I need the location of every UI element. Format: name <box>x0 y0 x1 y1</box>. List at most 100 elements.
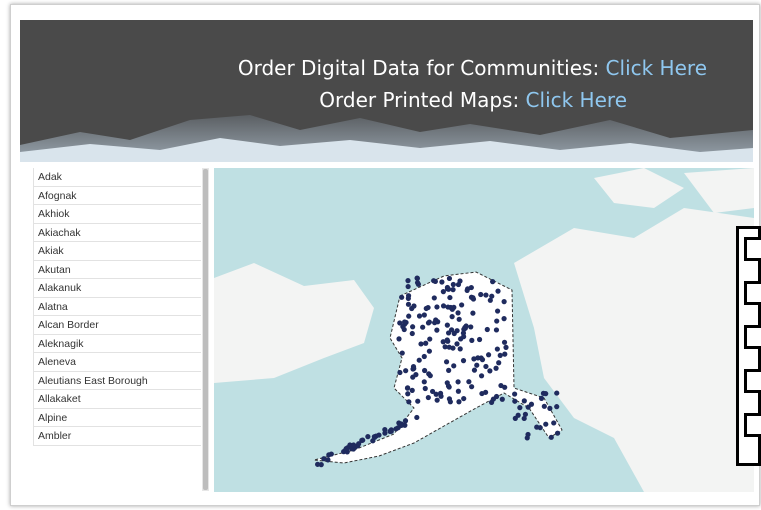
list-item[interactable]: Adak <box>33 168 201 187</box>
community-marker[interactable] <box>479 390 485 397</box>
community-marker[interactable] <box>426 371 432 377</box>
list-item[interactable]: Alatna <box>33 297 201 316</box>
community-marker[interactable] <box>497 352 503 359</box>
community-marker[interactable] <box>432 278 438 285</box>
community-marker[interactable] <box>450 281 456 288</box>
list-item[interactable]: Alakanuk <box>33 279 201 298</box>
community-marker[interactable] <box>418 341 424 347</box>
community-marker[interactable] <box>512 398 518 404</box>
list-item[interactable]: Aleutians East Borough <box>33 371 201 390</box>
community-marker[interactable] <box>429 388 436 395</box>
community-marker[interactable] <box>449 306 455 312</box>
community-marker[interactable] <box>476 336 483 343</box>
community-marker[interactable] <box>454 341 460 347</box>
community-marker[interactable] <box>321 456 327 462</box>
community-marker[interactable] <box>405 293 412 299</box>
community-marker[interactable] <box>433 317 439 323</box>
community-marker[interactable] <box>402 418 409 424</box>
community-marker[interactable] <box>471 367 478 373</box>
list-item[interactable]: Ambler <box>33 427 201 446</box>
community-marker[interactable] <box>404 385 411 391</box>
community-marker[interactable] <box>421 353 427 360</box>
list-item[interactable]: Alcan Border <box>33 316 201 335</box>
community-marker[interactable] <box>395 425 401 431</box>
community-marker[interactable] <box>475 355 481 361</box>
community-marker[interactable] <box>521 398 527 404</box>
community-marker[interactable] <box>468 324 474 330</box>
community-marker[interactable] <box>446 367 452 373</box>
map-view[interactable] <box>214 168 754 492</box>
community-marker[interactable] <box>457 346 463 352</box>
community-marker[interactable] <box>444 286 451 292</box>
community-marker[interactable] <box>543 391 549 397</box>
community-marker[interactable] <box>444 322 450 328</box>
community-marker[interactable] <box>501 339 508 345</box>
map-canvas[interactable] <box>214 168 754 492</box>
community-marker[interactable] <box>414 275 420 281</box>
community-marker[interactable] <box>470 296 477 302</box>
community-marker[interactable] <box>434 327 440 333</box>
community-marker[interactable] <box>422 385 428 392</box>
community-marker[interactable] <box>328 451 334 457</box>
community-marker[interactable] <box>490 279 496 285</box>
community-marker[interactable] <box>411 303 417 309</box>
community-marker[interactable] <box>405 278 411 284</box>
community-marker[interactable] <box>420 324 426 330</box>
community-marker[interactable] <box>376 432 382 438</box>
community-marker[interactable] <box>405 283 411 290</box>
community-marker[interactable] <box>423 305 429 312</box>
community-marker[interactable] <box>440 339 446 345</box>
list-item[interactable]: Aleknagik <box>33 334 201 353</box>
community-marker[interactable] <box>423 340 429 346</box>
community-marker[interactable] <box>443 359 450 365</box>
community-marker[interactable] <box>537 425 543 431</box>
community-marker[interactable] <box>554 430 561 436</box>
community-marker[interactable] <box>421 379 427 385</box>
community-marker[interactable] <box>343 448 349 454</box>
community-marker[interactable] <box>478 373 485 379</box>
list-scrollbar[interactable] <box>202 168 209 491</box>
community-marker[interactable] <box>414 414 420 421</box>
list-item[interactable]: Aleneva <box>33 353 201 372</box>
community-marker[interactable] <box>399 294 405 300</box>
community-marker[interactable] <box>499 396 505 402</box>
community-marker[interactable] <box>431 295 437 301</box>
community-marker[interactable] <box>399 350 405 356</box>
community-marker[interactable] <box>410 324 416 330</box>
community-marker[interactable] <box>543 421 549 427</box>
community-marker[interactable] <box>463 323 469 329</box>
community-marker[interactable] <box>496 360 502 366</box>
scrollbar-thumb[interactable] <box>203 169 208 490</box>
community-marker[interactable] <box>483 292 489 298</box>
community-marker[interactable] <box>502 351 508 357</box>
order-printed-maps-link[interactable]: Click Here <box>526 88 627 112</box>
community-marker[interactable] <box>551 420 557 426</box>
community-marker[interactable] <box>396 420 402 426</box>
community-marker[interactable] <box>426 348 432 354</box>
community-marker[interactable] <box>478 291 484 298</box>
community-marker[interactable] <box>501 299 507 305</box>
community-marker[interactable] <box>485 352 492 358</box>
community-marker[interactable] <box>495 288 501 294</box>
community-marker[interactable] <box>447 399 453 405</box>
community-marker[interactable] <box>503 344 509 350</box>
community-marker[interactable] <box>405 301 412 307</box>
community-marker[interactable] <box>548 434 554 440</box>
community-marker[interactable] <box>445 383 452 389</box>
community-marker[interactable] <box>502 384 508 390</box>
community-marker[interactable] <box>461 334 467 340</box>
community-marker[interactable] <box>501 316 507 322</box>
community-marker[interactable] <box>427 336 433 342</box>
community-marker[interactable] <box>547 405 553 411</box>
community-marker[interactable] <box>451 330 457 337</box>
community-marker[interactable] <box>416 313 423 319</box>
community-marker[interactable] <box>455 281 462 288</box>
community-marker[interactable] <box>494 318 500 324</box>
community-list[interactable]: Adak Afognak Akhiok Akiachak Akiak Akutan Alak… <box>33 168 209 491</box>
community-marker[interactable] <box>406 313 412 319</box>
order-digital-data-link[interactable]: Click Here <box>606 56 707 80</box>
community-marker[interactable] <box>434 397 440 403</box>
community-marker[interactable] <box>512 415 518 421</box>
list-item[interactable]: Afognak <box>33 186 201 205</box>
community-marker[interactable] <box>416 357 422 363</box>
